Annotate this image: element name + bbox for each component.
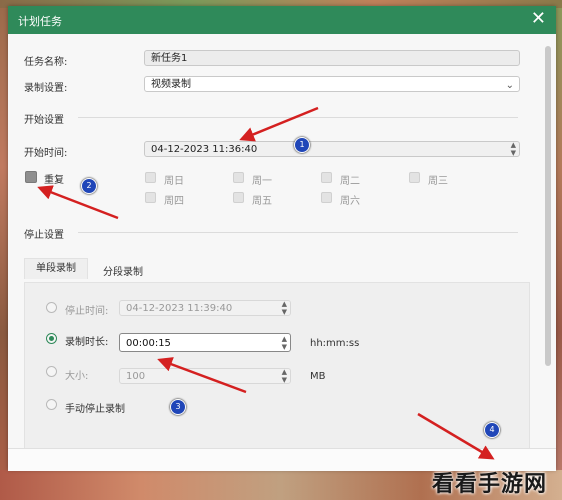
annotation-arrow xyxy=(37,185,119,220)
annotation-badge-4: 4 xyxy=(484,422,500,438)
annotation-arrow xyxy=(417,412,495,460)
watermark-text: 看看手游网 xyxy=(432,472,548,497)
annotation-badge-2: 2 xyxy=(81,178,97,194)
watermark-logo: 看看手游网 xyxy=(432,466,560,497)
annotation-arrows xyxy=(37,106,495,460)
annotation-arrow xyxy=(239,106,319,142)
annotation-badge-1: 1 xyxy=(294,137,310,153)
annotation-arrow xyxy=(157,357,247,394)
annotation-badge-3: 3 xyxy=(170,399,186,415)
